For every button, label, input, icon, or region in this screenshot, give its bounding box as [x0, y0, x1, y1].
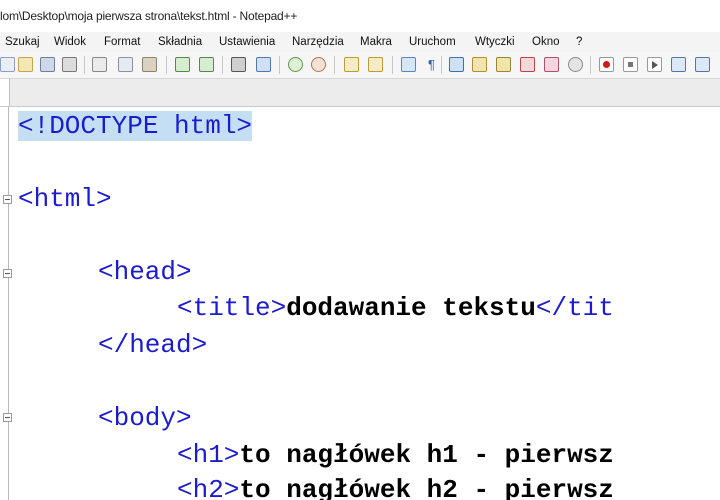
h2-text: to nagłówek h2 - pierwsz [239, 475, 614, 500]
play-macro-icon[interactable] [647, 57, 662, 72]
menu-bar: Szukaj Widok Format Składnia Ustawienia … [0, 32, 720, 52]
word-wrap-icon[interactable] [401, 57, 416, 72]
menu-szukaj[interactable]: Szukaj [5, 36, 40, 48]
toolbar-separator [84, 56, 85, 74]
toolbar-separator [222, 56, 223, 74]
title-close-tag: </tit [535, 293, 614, 323]
save-icon[interactable] [40, 57, 55, 72]
code-line-8: <h2>to nagłówek h2 - pierwsz [177, 475, 614, 500]
code-line-3: <head> [98, 257, 192, 287]
zoom-out-icon[interactable] [311, 57, 326, 72]
body-open-tag: <body> [98, 403, 192, 433]
fold-toggle-html[interactable] [3, 195, 12, 204]
fold-margin-line [8, 107, 9, 500]
undo-icon[interactable] [175, 57, 190, 72]
run-macro-multiple-icon[interactable] [671, 57, 686, 72]
code-line-2: <html> [18, 184, 112, 214]
toolbar-separator [334, 56, 335, 74]
menu-wtyczki[interactable]: Wtyczki [475, 36, 515, 48]
save-macro-icon[interactable] [695, 57, 710, 72]
head-open-tag: <head> [98, 257, 192, 287]
open-file-icon[interactable] [18, 57, 33, 72]
title-text: dodawanie tekstu [286, 293, 536, 323]
code-line-6: <body> [98, 403, 192, 433]
h1-text: to nagłówek h1 - pierwsz [239, 440, 614, 470]
sync-horizontal-icon[interactable] [368, 57, 383, 72]
toolbar-separator [441, 56, 442, 74]
tab-active-edge[interactable] [0, 79, 10, 106]
monitor-icon[interactable] [568, 57, 583, 72]
tab-strip [0, 79, 720, 107]
h1-open-tag: <h1> [177, 440, 240, 470]
toolbar-separator [590, 56, 591, 74]
copy-icon[interactable] [118, 57, 133, 72]
redo-icon[interactable] [199, 57, 214, 72]
code-line-1: <!DOCTYPE html> [18, 111, 253, 141]
menu-skladnia[interactable]: Składnia [158, 36, 202, 48]
html-open-tag: <html> [18, 184, 112, 214]
menu-okno[interactable]: Okno [532, 36, 560, 48]
menu-makra[interactable]: Makra [360, 36, 392, 48]
code-editor[interactable]: <!DOCTYPE html> <html> <head> <title>dod… [0, 107, 720, 500]
indent-guide-icon[interactable] [449, 57, 464, 72]
fold-toggle-body[interactable] [3, 413, 12, 422]
title-open-tag: <title> [177, 293, 287, 323]
folder-workspace-icon[interactable] [544, 57, 559, 72]
head-close-tag: </head> [98, 330, 208, 360]
menu-narzedzia[interactable]: Narzędzia [292, 36, 344, 48]
find-icon[interactable] [231, 57, 246, 72]
toolbar: ¶ [0, 52, 720, 79]
toolbar-separator [279, 56, 280, 74]
all-characters-icon[interactable]: ¶ [424, 57, 439, 72]
new-file-icon[interactable] [0, 57, 15, 72]
menu-uruchom[interactable]: Uruchom [409, 36, 456, 48]
stop-record-icon[interactable] [623, 57, 638, 72]
code-line-7: <h1>to nagłówek h1 - pierwsz [177, 440, 614, 470]
print-icon[interactable] [62, 57, 77, 72]
window-title: lom\Desktop\moja pierwsza strona\tekst.h… [0, 9, 298, 23]
function-list-icon[interactable] [520, 57, 535, 72]
paste-icon[interactable] [142, 57, 157, 72]
toolbar-separator [392, 56, 393, 74]
title-bar: lom\Desktop\moja pierwsza strona\tekst.h… [0, 0, 720, 32]
h2-open-tag: <h2> [177, 475, 240, 500]
menu-widok[interactable]: Widok [54, 36, 86, 48]
toolbar-separator [166, 56, 167, 74]
zoom-in-icon[interactable] [288, 57, 303, 72]
code-line-4: <title>dodawanie tekstu</tit [177, 293, 614, 323]
sync-vertical-icon[interactable] [344, 57, 359, 72]
fold-toggle-head[interactable] [3, 269, 12, 278]
cut-icon[interactable] [92, 57, 107, 72]
menu-help[interactable]: ? [576, 36, 582, 48]
record-macro-icon[interactable] [599, 57, 614, 72]
menu-format[interactable]: Format [104, 36, 140, 48]
udl-icon[interactable] [472, 57, 487, 72]
code-line-5: </head> [98, 330, 207, 360]
document-map-icon[interactable] [496, 57, 511, 72]
menu-ustawienia[interactable]: Ustawienia [219, 36, 275, 48]
replace-icon[interactable] [256, 57, 271, 72]
doctype-tag: <!DOCTYPE html> [18, 111, 253, 141]
